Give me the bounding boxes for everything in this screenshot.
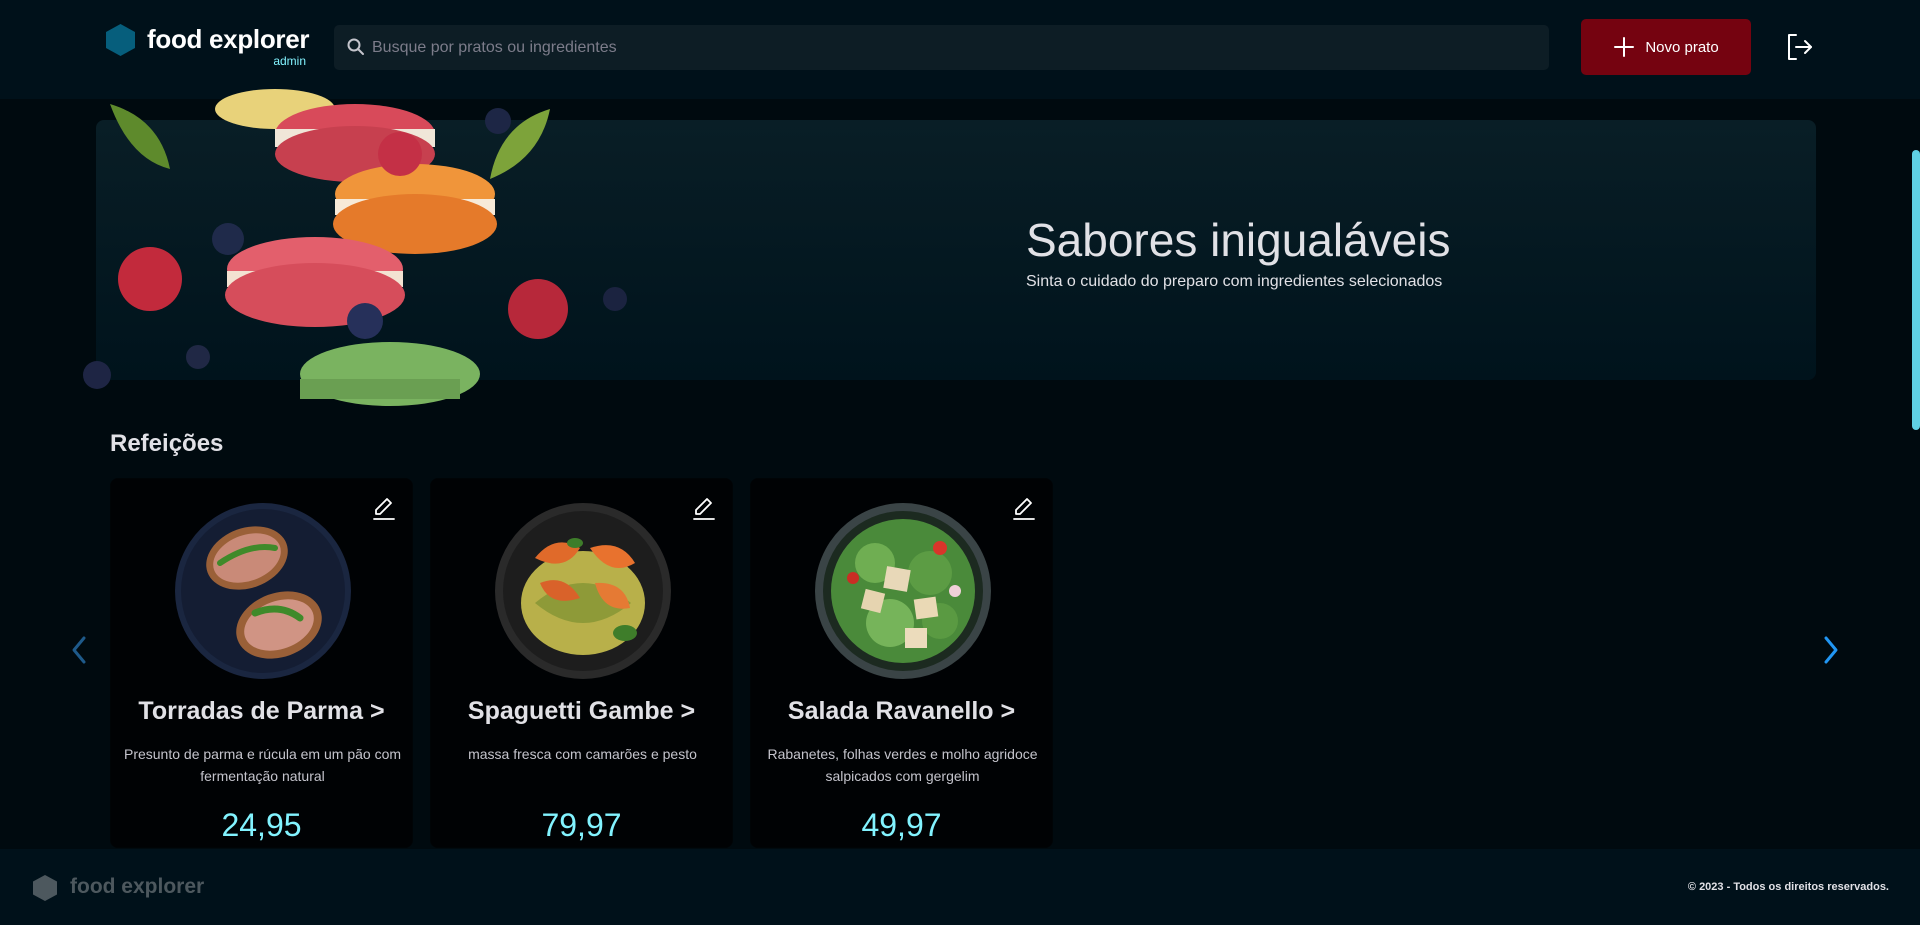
salad-bowl-image[interactable]	[815, 503, 991, 679]
search-bar[interactable]	[334, 25, 1549, 70]
dish-price: 79,97	[541, 807, 622, 843]
chevron-left-icon[interactable]	[66, 630, 90, 670]
dish-description: Presunto de parma e rúcula em um pão com…	[123, 746, 402, 784]
brand-logo[interactable]: food explorer admin	[106, 24, 310, 70]
dish-name[interactable]: Torradas de Parma >	[111, 697, 412, 726]
dish-description: massa fresca com camarões e pesto	[468, 746, 697, 762]
footer-brand-name: food explorer	[70, 875, 205, 898]
dish-name[interactable]: Spaguetti Gambe >	[431, 697, 732, 726]
dish-price: 24,95	[221, 807, 302, 843]
banner-title: Sabores inigualáveis	[1026, 214, 1451, 266]
new-dish-label: Novo prato	[1645, 38, 1719, 56]
pencil-edit-icon[interactable]	[1011, 495, 1037, 521]
dish-name[interactable]: Salada Ravanello >	[751, 697, 1052, 726]
search-input[interactable]	[372, 25, 1532, 70]
section-title-meals: Refeições	[110, 430, 224, 457]
hexagon-logo-icon	[106, 24, 135, 56]
sign-out-icon[interactable]	[1784, 31, 1816, 63]
search-icon	[347, 38, 364, 55]
pencil-edit-icon[interactable]	[691, 495, 717, 521]
brand-name: food explorer	[147, 24, 310, 54]
dish-card[interactable]: Salada Ravanello > Rabanetes, folhas ver…	[750, 478, 1053, 848]
scrollbar-thumb[interactable]	[1912, 150, 1920, 430]
pencil-edit-icon[interactable]	[371, 495, 397, 521]
dish-price: 49,97	[861, 807, 942, 843]
header: food explorer admin Novo prato	[0, 0, 1920, 99]
toast-dish-image[interactable]	[175, 503, 351, 679]
new-dish-button[interactable]: Novo prato	[1581, 19, 1751, 75]
shrimp-pasta-image[interactable]	[495, 503, 671, 679]
chevron-right-icon[interactable]	[1820, 630, 1844, 670]
admin-label: admin	[273, 54, 306, 68]
plus-icon	[1614, 37, 1635, 57]
hexagon-logo-icon	[33, 875, 57, 901]
dish-card[interactable]: Spaguetti Gambe > massa fresca com camar…	[430, 478, 733, 848]
dish-card[interactable]: Torradas de Parma > Presunto de parma e …	[110, 478, 413, 848]
dish-description: Rabanetes, folhas verdes e molho agridoc…	[767, 746, 1038, 784]
banner-subtitle: Sinta o cuidado do preparo com ingredien…	[1026, 273, 1443, 290]
macarons-illustration	[83, 89, 627, 406]
footer: food explorer © 2023 - Todos os direitos…	[0, 849, 1920, 925]
copyright-text: © 2023 - Todos os direitos reservados.	[1687, 881, 1889, 893]
